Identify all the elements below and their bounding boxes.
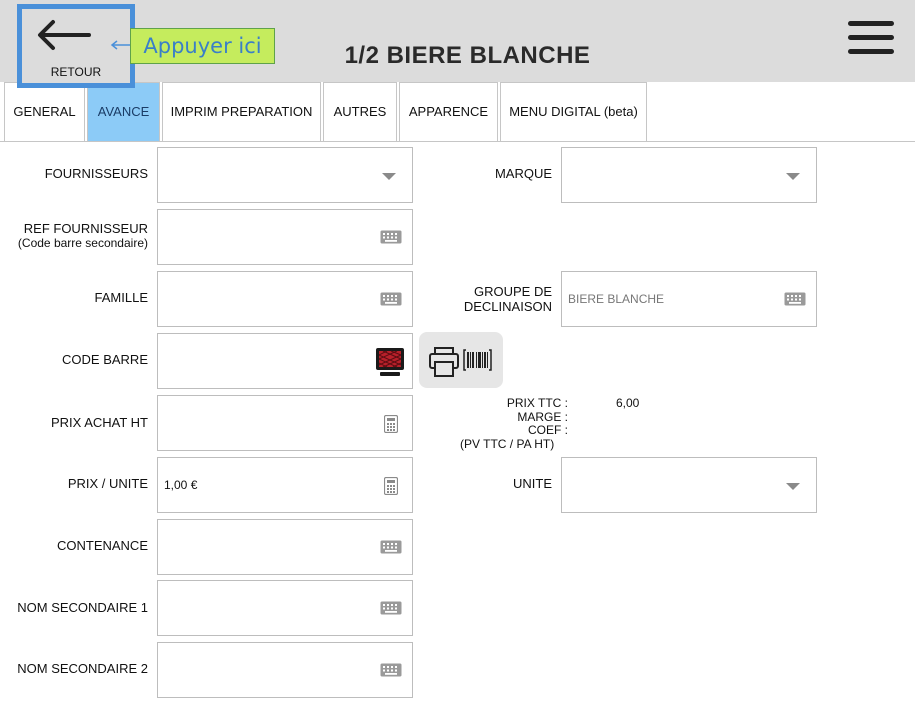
keyboard-icon[interactable] (380, 230, 402, 244)
tab-apparence[interactable]: APPARENCE (399, 82, 498, 142)
unite-label: UNITE (513, 476, 552, 491)
contenance-field[interactable] (157, 519, 413, 575)
coef-note: (PV TTC / PA HT) (460, 437, 555, 451)
prix-unite-field[interactable]: 1,00 € (157, 457, 413, 513)
print-barcode-icon (429, 347, 492, 377)
barcode-scanner-icon[interactable] (374, 346, 406, 378)
keyboard-icon[interactable] (380, 292, 402, 306)
ref-fournisseur-label: REF FOURNISSEUR (Code barre secondaire) (18, 221, 148, 251)
unite-select[interactable] (561, 457, 817, 513)
code-barre-field[interactable] (157, 333, 413, 389)
keyboard-icon[interactable] (380, 601, 402, 615)
nom-secondaire-1-label: NOM SECONDAIRE 1 (17, 600, 148, 615)
keyboard-icon[interactable] (380, 663, 402, 677)
ref-fournisseur-field[interactable] (157, 209, 413, 265)
code-barre-label: CODE BARRE (62, 352, 148, 367)
groupe-label-line1: GROUPE DE (473, 284, 552, 299)
tab-avance[interactable]: AVANCE (87, 82, 160, 142)
prix-unite-value: 1,00 € (164, 478, 198, 492)
keyboard-icon[interactable] (784, 292, 806, 306)
page-title: 1/2 BIERE BLANCHE (344, 42, 591, 69)
tab-autres[interactable]: AUTRES (323, 82, 397, 142)
nom-secondaire-1-field[interactable] (157, 580, 413, 636)
tab-imprim-preparation[interactable]: IMPRIM PREPARATION (162, 82, 321, 142)
hamburger-icon (848, 21, 894, 26)
dropdown-arrow-icon (382, 173, 396, 180)
famille-label: FAMILLE (94, 290, 148, 305)
groupe-label-line2: DECLINAISON (463, 299, 552, 314)
keyboard-icon[interactable] (380, 540, 402, 554)
nom-secondaire-2-label: NOM SECONDAIRE 2 (17, 661, 148, 676)
groupe-declinaison-field[interactable]: BIERE BLANCHE (561, 271, 817, 327)
hint-callout: Appuyer ici (130, 28, 275, 64)
tab-menu-digital[interactable]: MENU DIGITAL (beta) (500, 82, 647, 142)
marge-label: MARGE : (517, 409, 568, 424)
famille-field[interactable] (157, 271, 413, 327)
ref-fournisseur-sublabel: (Code barre secondaire) (17, 236, 148, 250)
prix-ttc-label: PRIX TTC : (506, 396, 568, 410)
groupe-declinaison-label: GROUPE DE DECLINAISON (464, 284, 552, 314)
prix-unite-label: PRIX / UNITE (67, 476, 148, 491)
menu-button[interactable] (848, 21, 894, 63)
calculator-icon[interactable] (384, 415, 398, 433)
marque-label: MARQUE (494, 166, 552, 181)
print-barcode-button[interactable] (419, 332, 503, 388)
nom-secondaire-2-field[interactable] (157, 642, 413, 698)
tab-divider (0, 141, 915, 142)
fournisseurs-select[interactable] (157, 147, 413, 203)
fournisseurs-label: FOURNISSEURS (44, 166, 148, 181)
contenance-label: CONTENANCE (56, 538, 148, 553)
prix-ttc-value: 6,00 (616, 396, 640, 410)
tab-general[interactable]: GENERAL (4, 82, 85, 142)
marque-select[interactable] (561, 147, 817, 203)
pricing-labels: PRIX TTC : MARGE : COEF : (506, 396, 568, 438)
hint-arrow-icon (110, 40, 130, 50)
coef-label: COEF : (527, 423, 568, 437)
prix-achat-label: PRIX ACHAT HT (50, 415, 148, 430)
back-arrow-icon (38, 20, 91, 50)
dropdown-arrow-icon (786, 173, 800, 180)
calculator-icon[interactable] (384, 477, 398, 495)
dropdown-arrow-icon (786, 483, 800, 490)
ref-fournisseur-title: REF FOURNISSEUR (23, 221, 148, 236)
prix-achat-field[interactable] (157, 395, 413, 451)
back-label: RETOUR (50, 65, 102, 79)
groupe-declinaison-value: BIERE BLANCHE (568, 292, 665, 306)
